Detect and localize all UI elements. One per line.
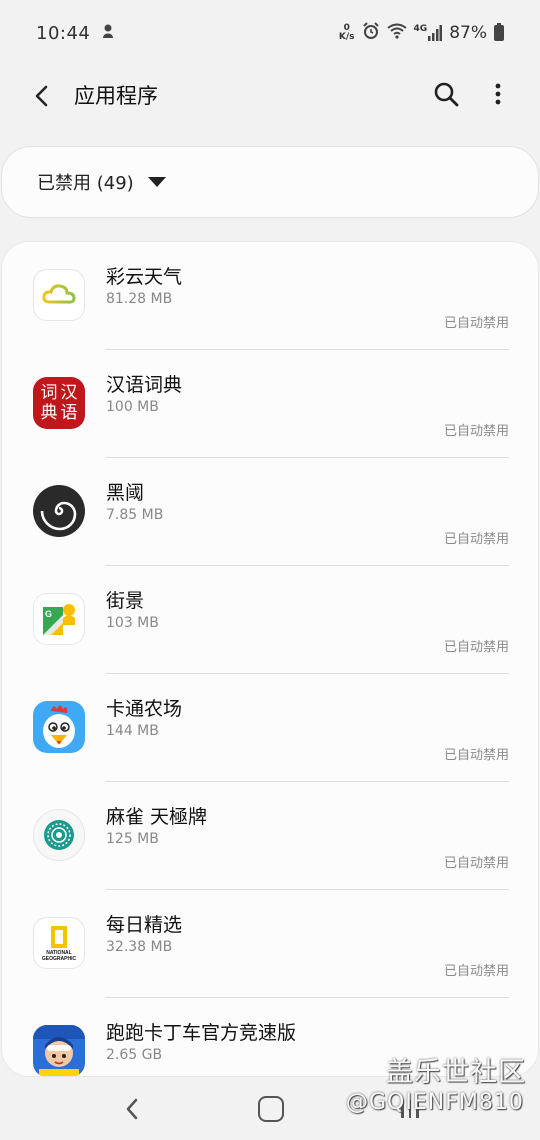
app-list: 彩云天气 81.28 MB 已自动禁用 词 汉 典 语 汉语词典 100 MB … [1,241,539,1077]
app-size: 81.28 MB [106,291,173,307]
app-size: 144 MB [106,723,159,739]
app-name: 每日精选 [106,914,183,936]
nav-home-button[interactable] [258,1096,284,1122]
app-size: 7.85 MB [106,507,164,523]
nav-back-button[interactable] [118,1092,146,1126]
list-item[interactable]: G 街景 103 MB 已自动禁用 [2,566,538,674]
more-vert-icon [495,83,501,105]
app-status: 已自动禁用 [443,964,509,979]
app-name: 黑阈 [106,482,145,504]
nav-back-icon [126,1098,138,1120]
caiyun-weather-icon [33,269,85,321]
back-button[interactable] [24,78,60,114]
heiyu-icon [33,485,85,537]
app-status: 已自动禁用 [443,424,509,439]
search-icon [434,82,459,107]
app-status: 已自动禁用 [443,316,509,331]
app-name: 汉语词典 [106,374,183,396]
app-size: 125 MB [106,831,159,847]
list-item[interactable]: 黑阈 7.85 MB 已自动禁用 [2,458,538,566]
page-title: 应用程序 [74,84,158,108]
app-size: 32.38 MB [106,939,173,955]
list-item[interactable]: 彩云天气 81.28 MB 已自动禁用 [2,242,538,350]
app-size: 2.65 GB [106,1047,163,1063]
watermark-handle: @GQIENFM810 [346,1090,524,1115]
street-view-icon: G [33,593,85,645]
app-status: 已自动禁用 [443,640,509,655]
list-item[interactable]: NATIONAL GEOGRAPHIC 每日精选 32.38 MB 已自动禁用 [2,890,538,998]
more-options-button[interactable] [482,76,514,112]
filter-label: 已禁用 (49) [37,173,134,194]
app-name: 彩云天气 [106,266,183,288]
search-button[interactable] [428,76,464,112]
app-name: 卡通农场 [106,698,183,720]
mahjong-icon [33,809,85,861]
app-size: 103 MB [106,615,159,631]
app-name: 跑跑卡丁车官方竞速版 [106,1022,297,1044]
back-arrow-icon [35,85,48,107]
app-name: 麻雀 天極牌 [106,806,208,828]
national-geographic-icon: NATIONAL GEOGRAPHIC [33,917,85,969]
app-status: 已自动禁用 [443,856,509,871]
status-time: 10:44 [36,22,91,44]
watermark-title: 盖乐世社区 [386,1057,526,1088]
app-bar: 应用程序 [0,66,540,122]
list-item[interactable]: 卡通农场 144 MB 已自动禁用 [2,674,538,782]
hay-day-icon [33,701,85,753]
app-status: 已自动禁用 [443,532,509,547]
app-name: 街景 [106,590,145,612]
signal-icon: 4G [414,25,443,41]
battery-percent: 87% [449,23,487,43]
app-size: 100 MB [106,399,159,415]
status-bar: 10:44 0 K/s 4G 87% [0,0,540,66]
app-status: 已自动禁用 [443,748,509,763]
alarm-icon [362,21,380,45]
chinese-dictionary-icon: 词 汉 典 语 [33,377,85,429]
battery-icon [494,23,504,41]
svg-text:G: G [45,609,52,619]
filter-dropdown[interactable]: 已禁用 (49) [1,146,539,218]
notification-icon [100,23,116,44]
list-item[interactable]: 词 汉 典 语 汉语词典 100 MB 已自动禁用 [2,350,538,458]
list-item[interactable]: 麻雀 天極牌 125 MB 已自动禁用 [2,782,538,890]
net-speed-indicator: 0 K/s [338,23,355,42]
wifi-icon [386,23,407,44]
kartrider-icon [33,1025,85,1076]
dropdown-arrow-icon [147,177,166,187]
